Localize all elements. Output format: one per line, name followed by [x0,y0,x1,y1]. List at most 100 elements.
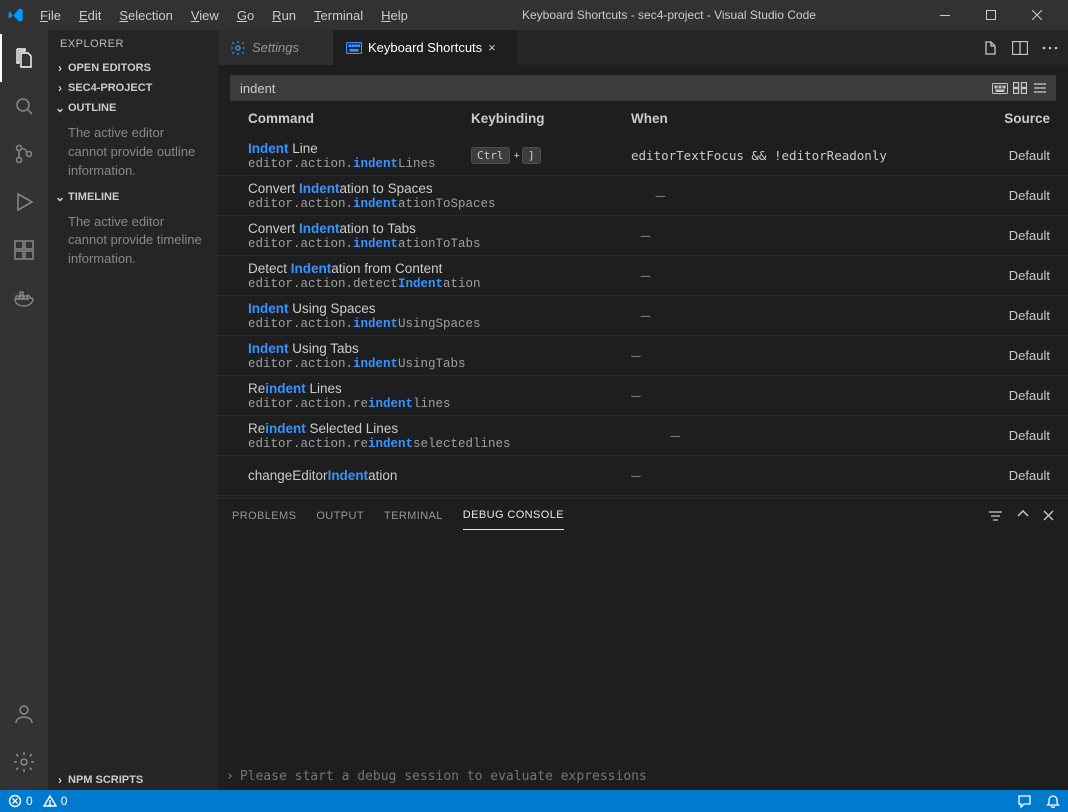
record-keys-icon[interactable] [990,78,1010,98]
panel-tab-debug-console[interactable]: DEBUG CONSOLE [463,501,564,530]
source-cell: Default [980,148,1050,163]
when-cell: — [631,386,980,405]
docker-icon[interactable] [0,274,48,322]
menu-file[interactable]: File [32,4,69,27]
col-when-header[interactable]: When [631,111,980,126]
shortcut-row[interactable]: Indent Using Spaceseditor.action.indentU… [218,296,1068,336]
menu-help[interactable]: Help [373,4,416,27]
command-id: editor.action.indentLines [248,157,471,171]
shortcuts-table-header: Command Keybinding When Source [218,101,1068,136]
command-id: editor.action.indentationToTabs [248,237,481,251]
command-title: Detect Indentation from Content [248,261,481,276]
sort-precedence-icon[interactable] [1010,78,1030,98]
source-cell: Default [980,468,1050,483]
menu-edit[interactable]: Edit [71,4,109,27]
titlebar: FileEditSelectionViewGoRunTerminalHelp K… [0,0,1068,30]
when-cell: — [656,186,980,205]
keyboard-shortcuts-view: Command Keybinding When Source Indent Li… [218,65,1068,790]
more-actions-icon[interactable] [1042,46,1058,50]
command-title: Reindent Selected Lines [248,421,511,436]
maximize-button[interactable] [968,0,1014,30]
command-title: Indent Line [248,141,471,156]
shortcut-row[interactable]: Indent Lineeditor.action.indentLinesCtrl… [218,136,1068,176]
chevron-right-icon: › [52,773,68,787]
menu-run[interactable]: Run [264,4,304,27]
shortcut-search-box[interactable] [230,75,1056,101]
command-title: Reindent Lines [248,381,471,396]
explorer-icon[interactable] [0,34,48,82]
shortcut-row[interactable]: Convert Indentation to Tabseditor.action… [218,216,1068,256]
shortcut-row[interactable]: Reindent Lineseditor.action.reindentline… [218,376,1068,416]
chevron-right-icon: › [226,769,234,784]
bottom-panel: PROBLEMS OUTPUT TERMINAL DEBUG CONSOLE › [218,498,1068,790]
tab-keyboard-shortcuts[interactable]: Keyboard Shortcuts× [334,30,517,65]
command-title: Convert Indentation to Spaces [248,181,496,196]
open-editors-section[interactable]: ›OPEN EDITORS [48,58,218,78]
panel-tab-problems[interactable]: PROBLEMS [232,502,296,530]
editor-actions [972,30,1068,65]
tab-settings[interactable]: Settings× [218,30,334,65]
when-cell: — [631,466,980,485]
close-icon[interactable]: × [488,40,504,55]
command-id: editor.action.indentUsingSpaces [248,317,481,331]
source-control-icon[interactable] [0,130,48,178]
search-icon[interactable] [0,82,48,130]
chevron-down-icon: ⌄ [52,101,68,115]
keybinding-cell: Ctrl+] [471,147,631,164]
col-source-header[interactable]: Source [980,111,1050,126]
source-cell: Default [980,348,1050,363]
status-errors[interactable]: 0 [8,794,33,808]
outline-section[interactable]: ⌄OUTLINE [48,98,218,118]
menu-view[interactable]: View [183,4,227,27]
timeline-section[interactable]: ⌄TIMELINE [48,187,218,207]
shortcuts-table: Indent Lineeditor.action.indentLinesCtrl… [218,136,1068,498]
close-button[interactable] [1014,0,1060,30]
shortcut-row[interactable]: Reindent Selected Lineseditor.action.rei… [218,416,1068,456]
outline-message: The active editor cannot provide outline… [48,118,218,187]
shortcut-row[interactable]: Detect Indentation from Contenteditor.ac… [218,256,1068,296]
source-cell: Default [980,268,1050,283]
extensions-icon[interactable] [0,226,48,274]
run-debug-icon[interactable] [0,178,48,226]
shortcut-row[interactable]: changeEditorIndentation—Default [218,456,1068,496]
close-panel-icon[interactable] [1043,510,1054,522]
shortcut-search-input[interactable] [236,81,990,96]
panel-tab-output[interactable]: OUTPUT [316,502,364,530]
chevron-up-icon[interactable] [1017,510,1029,522]
status-warnings[interactable]: 0 [43,794,68,808]
chevron-right-icon: › [52,81,68,95]
command-id: editor.action.indentUsingTabs [248,357,471,371]
open-json-icon[interactable] [982,40,998,56]
split-editor-icon[interactable] [1012,41,1028,55]
col-command-header[interactable]: Command [236,111,471,126]
debug-console-input[interactable] [240,769,1060,784]
statusbar: 0 0 [0,790,1068,812]
project-section[interactable]: ›SEC4-PROJECT [48,78,218,98]
chevron-right-icon: › [52,61,68,75]
command-title: Indent Using Tabs [248,341,471,356]
feedback-icon[interactable] [1017,794,1032,809]
menu-terminal[interactable]: Terminal [306,4,371,27]
shortcut-row[interactable]: Convert Indentation to Spaceseditor.acti… [218,176,1068,216]
source-cell: Default [980,388,1050,403]
clear-search-icon[interactable] [1030,78,1050,98]
source-cell: Default [980,428,1050,443]
when-cell: editorTextFocus && !editorReadonly [631,148,980,163]
filter-icon[interactable] [988,510,1003,522]
gear-icon [230,40,246,56]
manage-gear-icon[interactable] [0,738,48,786]
window-controls [922,0,1060,30]
npm-scripts-section[interactable]: ›NPM SCRIPTS [48,770,218,790]
command-id: editor.action.reindentselectedlines [248,437,511,451]
account-icon[interactable] [0,690,48,738]
col-keybinding-header[interactable]: Keybinding [471,111,631,126]
command-id: editor.action.reindentlines [248,397,471,411]
sidebar-explorer: EXPLORER ›OPEN EDITORS ›SEC4-PROJECT ⌄OU… [48,30,218,790]
minimize-button[interactable] [922,0,968,30]
bell-icon[interactable] [1046,794,1060,809]
menu-go[interactable]: Go [229,4,262,27]
menu-selection[interactable]: Selection [111,4,180,27]
shortcut-row[interactable]: Indent Using Tabseditor.action.indentUsi… [218,336,1068,376]
panel-tab-terminal[interactable]: TERMINAL [384,502,443,530]
source-cell: Default [980,228,1050,243]
